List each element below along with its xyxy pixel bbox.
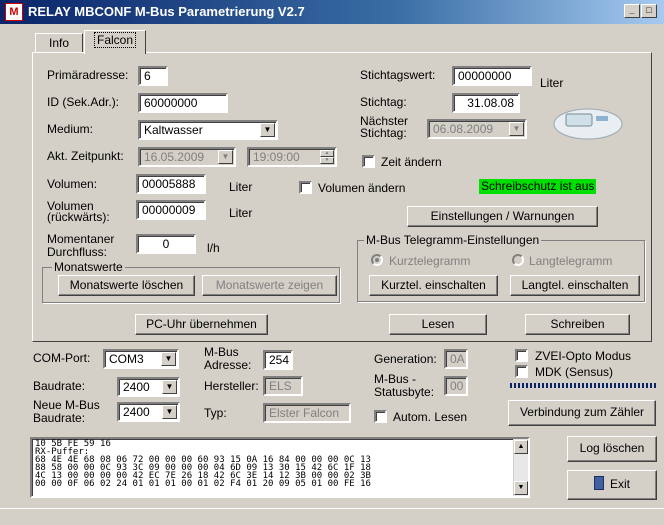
monatswerte-title: Monatswerte xyxy=(52,260,125,274)
chevron-down-icon[interactable]: ▼ xyxy=(162,405,177,419)
zeit-aendern-checkbox[interactable] xyxy=(362,155,375,168)
stichtagswert-unit: Liter xyxy=(540,76,564,90)
device-image xyxy=(553,108,623,140)
statusbyte-label-2: Statusbyte: xyxy=(374,385,435,399)
zeitpunkt-label: Akt. Zeitpunkt: xyxy=(47,149,124,163)
naechster-label-2: Stichtag: xyxy=(360,126,407,140)
langtelegramm-label: Langtelegramm xyxy=(529,254,613,268)
mbus-adresse-input[interactable]: 254 xyxy=(263,350,293,370)
chevron-down-icon[interactable]: ▼ xyxy=(260,123,275,137)
id-label: ID (Sek.Adr.): xyxy=(47,95,120,109)
volumen-rueck-unit: Liter xyxy=(229,206,253,220)
mbus-adresse-label-2: Adresse: xyxy=(204,358,252,372)
status-bar xyxy=(0,508,664,525)
mbus-adresse-label: M-Bus xyxy=(204,345,239,359)
typ-input[interactable]: Elster Falcon xyxy=(263,403,351,423)
app-icon[interactable]: M xyxy=(5,3,23,21)
hersteller-input[interactable]: ELS xyxy=(263,376,303,396)
chevron-down-icon[interactable]: ▼ xyxy=(509,122,524,136)
volumen-input[interactable]: 00005888 xyxy=(136,174,206,194)
volumen-aendern-label: Volumen ändern xyxy=(318,181,406,195)
baudrate-label: Baudrate: xyxy=(33,379,86,393)
spinner-icon[interactable]: ▲ ▼ xyxy=(320,150,334,164)
mdk-sensus-label: MDK (Sensus) xyxy=(535,365,614,379)
chevron-down-icon[interactable]: ▼ xyxy=(162,380,177,394)
volumen-label: Volumen: xyxy=(47,177,98,191)
statusbyte-label: M-Bus - xyxy=(374,372,416,386)
baudrate-select[interactable]: 2400 ▼ xyxy=(117,377,180,397)
minimize-icon[interactable]: _ xyxy=(624,4,640,18)
com-port-select[interactable]: COM3 ▼ xyxy=(103,349,179,369)
monatswerte-loeschen-button[interactable]: Monatswerte löschen xyxy=(58,275,195,296)
mdk-sensus-checkbox[interactable] xyxy=(515,365,528,378)
kurztel-einschalten-button[interactable]: Kurztel. einschalten xyxy=(369,275,498,296)
com-port-label: COM-Port: xyxy=(33,351,91,365)
scroll-up-icon[interactable]: ▲ xyxy=(514,440,528,454)
autom-lesen-checkbox[interactable] xyxy=(374,410,387,423)
lesen-button[interactable]: Lesen xyxy=(389,314,487,335)
schreiben-button[interactable]: Schreiben xyxy=(525,314,630,335)
primaeradresse-label: Primäradresse: xyxy=(47,68,129,82)
zeitpunkt-time-input[interactable]: 19:09:00 ▲ ▼ xyxy=(247,147,337,167)
stichtagswert-label: Stichtagswert: xyxy=(360,68,436,82)
typ-label: Typ: xyxy=(204,406,227,420)
monatswerte-zeigen-button[interactable]: Monatswerte zeigen xyxy=(202,275,337,296)
chevron-down-icon[interactable]: ▼ xyxy=(161,352,176,366)
durchfluss-unit: l/h xyxy=(207,241,220,255)
zeitpunkt-date-picker[interactable]: 16.05.2009 ▼ xyxy=(138,147,236,167)
hersteller-label: Hersteller: xyxy=(204,379,259,393)
neue-baudrate-select[interactable]: 2400 ▼ xyxy=(117,402,180,422)
statusbyte-input[interactable]: 00 xyxy=(444,376,468,396)
durchfluss-label: Momentaner xyxy=(47,232,115,246)
window-title: RELAY MBCONF M-Bus Parametrierung V2.7 xyxy=(28,4,305,19)
zvei-opto-label: ZVEI-Opto Modus xyxy=(535,349,632,363)
volumen-unit: Liter xyxy=(229,180,253,194)
scroll-down-icon[interactable]: ▼ xyxy=(514,481,528,495)
stichtagswert-input[interactable]: 00000000 xyxy=(452,66,532,86)
generation-input[interactable]: 0A xyxy=(444,349,468,369)
tab-falcon[interactable]: Falcon xyxy=(84,30,146,54)
exit-door-icon xyxy=(593,476,604,490)
autom-lesen-label: Autom. Lesen xyxy=(393,410,468,424)
langtel-einschalten-button[interactable]: Langtel. einschalten xyxy=(510,275,640,296)
tab-info[interactable]: Info xyxy=(35,33,83,53)
log-output[interactable]: 10 5B FE 59 16 RX-Puffer: 68 4E 4E 68 08 0… xyxy=(30,437,530,498)
schreibschutz-status: Schreibschutz ist aus xyxy=(479,179,597,194)
volumen-rueck-input[interactable]: 00000009 xyxy=(136,200,206,220)
neue-baudrate-label: Neue M-Bus xyxy=(33,398,100,412)
durchfluss-label-2: Durchfluss: xyxy=(47,245,108,259)
stichtag-input[interactable]: 31.08.08 xyxy=(452,93,520,113)
log-line: 00 00 0F 06 02 24 01 01 01 00 01 02 F4 0… xyxy=(35,479,371,489)
id-input[interactable]: 60000000 xyxy=(138,93,228,113)
medium-select[interactable]: Kaltwasser ▼ xyxy=(138,120,278,140)
volumen-aendern-checkbox[interactable] xyxy=(299,181,312,194)
volumen-rueck-label-2: (rückwärts): xyxy=(47,210,110,224)
kurztelegramm-label: Kurztelegramm xyxy=(389,254,471,268)
neue-baudrate-label-2: Baudrate: xyxy=(33,411,86,425)
maximize-icon[interactable]: □ xyxy=(641,4,657,18)
medium-label: Medium: xyxy=(47,122,94,136)
generation-label: Generation: xyxy=(374,352,437,366)
log-loeschen-button[interactable]: Log löschen xyxy=(567,436,657,462)
chevron-down-icon[interactable]: ▼ xyxy=(218,150,233,164)
exit-button[interactable]: Exit xyxy=(567,470,657,500)
langtelegramm-radio[interactable] xyxy=(512,254,524,266)
pc-uhr-button[interactable]: PC-Uhr übernehmen xyxy=(135,314,268,335)
zeit-aendern-label: Zeit ändern xyxy=(381,155,442,169)
log-line: 10 5B FE 59 16 xyxy=(35,439,111,449)
einstellungen-warnungen-button[interactable]: Einstellungen / Warnungen xyxy=(407,206,598,227)
progress-bar xyxy=(510,383,656,388)
naechster-date-picker[interactable]: 06.08.2009 ▼ xyxy=(427,119,527,139)
verbindung-button[interactable]: Verbindung zum Zähler xyxy=(508,400,656,426)
zvei-opto-checkbox[interactable] xyxy=(515,349,528,362)
durchfluss-input[interactable]: 0 xyxy=(136,234,196,254)
kurztelegramm-radio[interactable] xyxy=(371,254,383,266)
primaeradresse-input[interactable]: 6 xyxy=(138,66,168,86)
stichtag-label: Stichtag: xyxy=(360,95,407,109)
telegramm-title: M-Bus Telegramm-Einstellungen xyxy=(364,233,542,247)
